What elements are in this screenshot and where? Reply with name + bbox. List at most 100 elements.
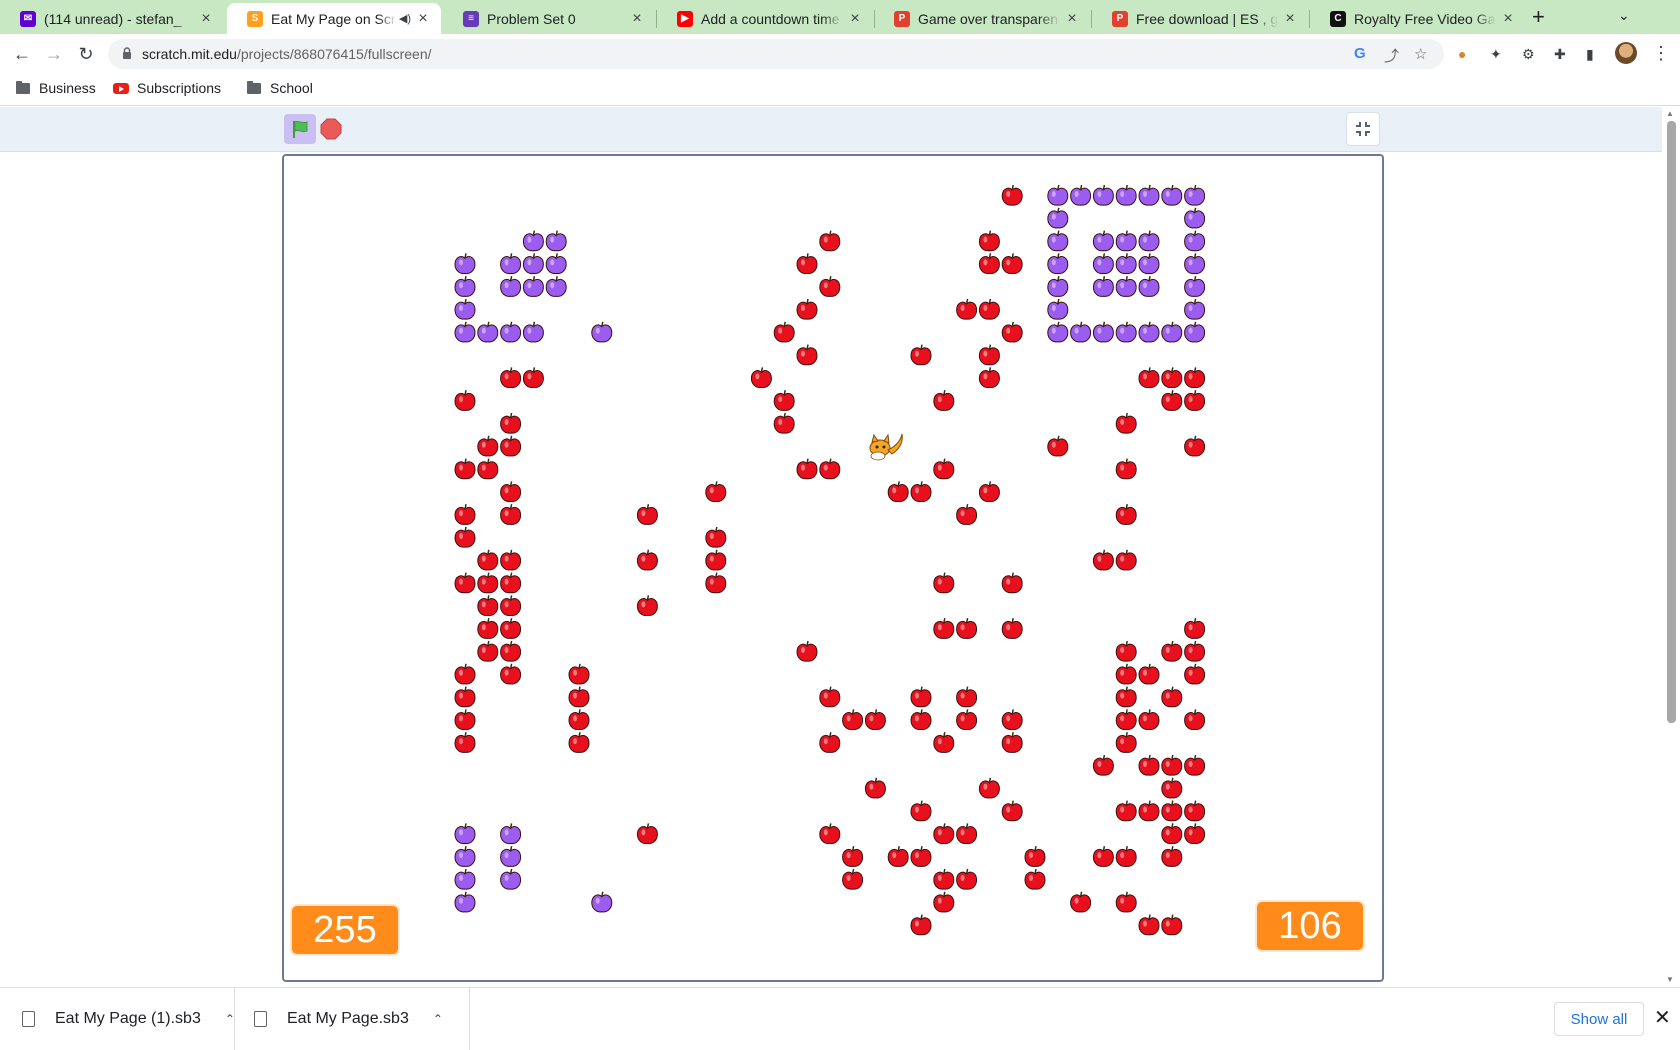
red-apple[interactable] bbox=[1184, 640, 1206, 662]
red-apple[interactable] bbox=[454, 526, 476, 548]
red-apple[interactable] bbox=[1001, 709, 1023, 731]
red-apple[interactable] bbox=[477, 618, 499, 639]
red-apple[interactable] bbox=[1024, 846, 1046, 867]
red-apple[interactable] bbox=[819, 230, 841, 252]
close-icon[interactable]: × bbox=[1064, 10, 1080, 28]
red-apple[interactable] bbox=[705, 572, 727, 594]
purple-fruit[interactable] bbox=[1184, 230, 1206, 252]
purple-fruit[interactable] bbox=[522, 321, 544, 343]
red-apple[interactable] bbox=[500, 481, 522, 503]
new-tab-icon[interactable]: + bbox=[1532, 4, 1545, 30]
red-apple[interactable] bbox=[842, 868, 864, 890]
purple-fruit[interactable] bbox=[1047, 321, 1069, 343]
purple-fruit[interactable] bbox=[1092, 230, 1114, 252]
purple-fruit[interactable] bbox=[1115, 184, 1137, 206]
red-apple[interactable] bbox=[956, 298, 978, 320]
red-apple[interactable] bbox=[773, 321, 795, 343]
red-apple[interactable] bbox=[1115, 549, 1137, 571]
tab-free-download[interactable]: P Free download | ES , g × bbox=[1092, 3, 1308, 34]
purple-fruit[interactable] bbox=[1092, 184, 1114, 206]
bookmark-school[interactable]: School bbox=[247, 80, 313, 96]
red-apple[interactable] bbox=[500, 640, 522, 662]
download-item[interactable]: Eat My Page.sb3 ⌃ bbox=[254, 988, 443, 1050]
tab-game-over[interactable]: P Game over transparen × bbox=[874, 3, 1090, 34]
red-apple[interactable] bbox=[887, 846, 909, 867]
purple-fruit[interactable] bbox=[545, 253, 567, 275]
purple-fruit[interactable] bbox=[1047, 298, 1069, 320]
purple-fruit[interactable] bbox=[500, 868, 522, 890]
purple-fruit[interactable] bbox=[500, 823, 522, 845]
download-item[interactable]: Eat My Page (1).sb3 ⌃ bbox=[22, 988, 235, 1050]
red-apple[interactable] bbox=[819, 823, 841, 845]
purple-fruit[interactable] bbox=[1184, 207, 1206, 229]
purple-fruit[interactable] bbox=[1047, 253, 1069, 275]
red-apple[interactable] bbox=[636, 595, 658, 617]
red-apple[interactable] bbox=[1115, 504, 1137, 525]
gear-extension-icon[interactable]: ⚙ bbox=[1522, 46, 1535, 63]
red-apple[interactable] bbox=[910, 800, 932, 822]
red-apple[interactable] bbox=[910, 914, 932, 936]
purple-fruit[interactable] bbox=[454, 298, 476, 320]
tab-mail[interactable]: ✉ (114 unread) - stefan_ × bbox=[0, 3, 224, 34]
red-apple[interactable] bbox=[1161, 800, 1183, 822]
purple-fruit[interactable] bbox=[454, 823, 476, 845]
red-apple[interactable] bbox=[1070, 891, 1092, 913]
red-apple[interactable] bbox=[819, 276, 841, 297]
close-icon[interactable]: × bbox=[629, 10, 645, 28]
purple-fruit[interactable] bbox=[1047, 230, 1069, 252]
red-apple[interactable] bbox=[842, 709, 864, 731]
scratch-cat-sprite[interactable] bbox=[869, 433, 903, 461]
red-apple[interactable] bbox=[568, 686, 590, 708]
red-apple[interactable] bbox=[500, 663, 522, 685]
red-apple[interactable] bbox=[978, 344, 1000, 366]
red-apple[interactable] bbox=[1161, 640, 1183, 662]
google-lens-icon[interactable]: G bbox=[1354, 45, 1366, 62]
red-apple[interactable] bbox=[454, 732, 476, 753]
bookmark-subscriptions[interactable]: Subscriptions bbox=[113, 80, 221, 96]
red-apple[interactable] bbox=[1092, 754, 1114, 776]
purple-fruit[interactable] bbox=[1047, 184, 1069, 206]
forward-arrow-icon[interactable]: → bbox=[42, 42, 66, 66]
red-apple[interactable] bbox=[933, 732, 955, 753]
purple-fruit[interactable] bbox=[1184, 253, 1206, 275]
close-icon[interactable]: × bbox=[415, 10, 431, 28]
red-apple[interactable] bbox=[978, 230, 1000, 252]
red-apple[interactable] bbox=[1115, 846, 1137, 867]
red-apple[interactable] bbox=[500, 367, 522, 389]
purple-fruit[interactable] bbox=[522, 230, 544, 252]
red-apple[interactable] bbox=[773, 390, 795, 411]
red-apple[interactable] bbox=[477, 595, 499, 617]
back-arrow-icon[interactable]: ← bbox=[10, 42, 34, 66]
red-apple[interactable] bbox=[500, 435, 522, 457]
red-apple[interactable] bbox=[1184, 663, 1206, 685]
red-apple[interactable] bbox=[956, 504, 978, 525]
red-apple[interactable] bbox=[636, 504, 658, 525]
red-apple[interactable] bbox=[500, 595, 522, 617]
stop-button[interactable] bbox=[320, 118, 342, 140]
red-apple[interactable] bbox=[956, 618, 978, 639]
green-flag-button[interactable] bbox=[284, 114, 316, 144]
purple-fruit[interactable] bbox=[1115, 253, 1137, 275]
reload-icon[interactable]: ↻ bbox=[74, 42, 98, 66]
tab-scratch[interactable]: S Eat My Page on Scr ◀) × bbox=[227, 3, 441, 34]
scroll-up-icon[interactable]: ▲ bbox=[1666, 109, 1674, 118]
red-apple[interactable] bbox=[956, 686, 978, 708]
red-apple[interactable] bbox=[1184, 800, 1206, 822]
purple-fruit[interactable] bbox=[454, 321, 476, 343]
red-apple[interactable] bbox=[1138, 709, 1160, 731]
purple-fruit[interactable] bbox=[454, 891, 476, 913]
menu-dots-icon[interactable]: ⋮ bbox=[1652, 43, 1670, 64]
purple-fruit[interactable] bbox=[1184, 184, 1206, 206]
red-apple[interactable] bbox=[1115, 663, 1137, 685]
red-apple[interactable] bbox=[1184, 367, 1206, 389]
red-apple[interactable] bbox=[796, 458, 818, 480]
red-apple[interactable] bbox=[978, 367, 1000, 389]
purple-fruit[interactable] bbox=[1184, 321, 1206, 343]
red-apple[interactable] bbox=[1115, 891, 1137, 913]
tab-royalty-free[interactable]: C Royalty Free Video Gar × bbox=[1310, 3, 1526, 34]
red-apple[interactable] bbox=[910, 846, 932, 867]
red-apple[interactable] bbox=[1138, 663, 1160, 685]
red-apple[interactable] bbox=[454, 709, 476, 731]
red-apple[interactable] bbox=[956, 823, 978, 845]
red-apple[interactable] bbox=[500, 504, 522, 525]
